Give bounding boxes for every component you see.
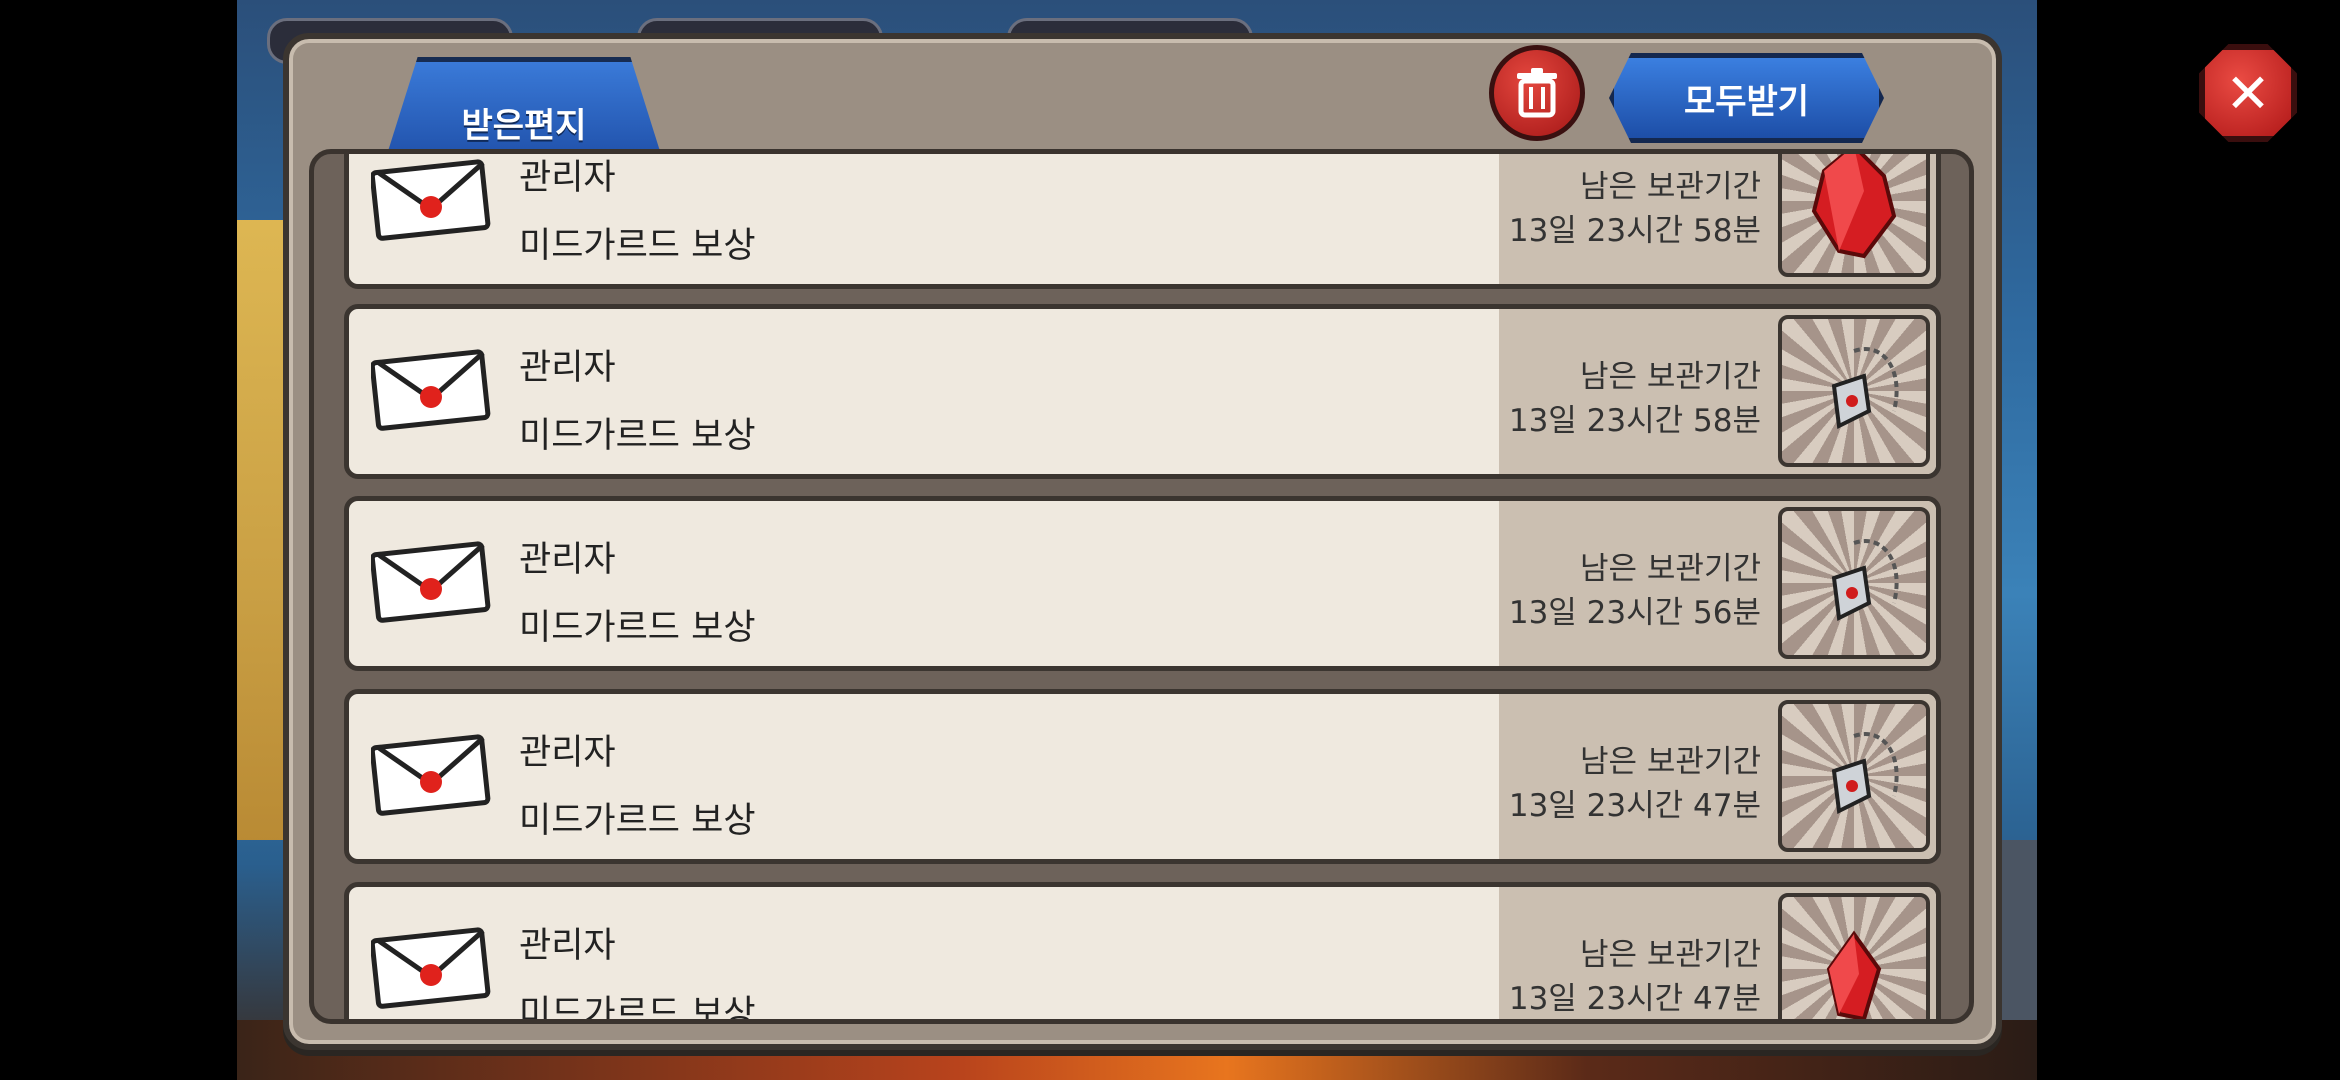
envelope-icon xyxy=(371,927,491,1009)
reward-slot[interactable] xyxy=(1778,315,1930,467)
mail-sender: 관리자 xyxy=(519,926,616,966)
keep-period-label: 남은 보관기간 xyxy=(1580,744,1761,780)
trash-icon xyxy=(1517,68,1557,118)
envelope-icon xyxy=(371,734,491,816)
reward-slot[interactable] xyxy=(1778,700,1930,852)
envelope-icon xyxy=(371,159,491,241)
mail-item[interactable]: 관리자 미드가르드 보상 남은 보관기간 13일 23시간 47분 xyxy=(344,689,1941,864)
reward-slot[interactable] xyxy=(1778,893,1930,1019)
tab-inbox[interactable]: 받은편지 xyxy=(384,57,664,164)
tab-inbox-label: 받은편지 xyxy=(461,105,587,146)
keep-period-label: 남은 보관기간 xyxy=(1580,937,1761,973)
mail-list[interactable]: 관리자 미드가르드 보상 남은 보관기간 13일 23시간 58분 관리자 미드… xyxy=(344,154,1944,1019)
close-icon: ✕ xyxy=(2225,61,2271,125)
mail-item[interactable]: 관리자 미드가르드 보상 남은 보관기간 13일 23시간 47분 xyxy=(344,882,1941,1024)
keep-period-label: 남은 보관기간 xyxy=(1580,359,1761,395)
mail-subject: 미드가르드 보상 xyxy=(519,608,756,648)
mail-sender: 관리자 xyxy=(519,733,616,773)
mail-subject: 미드가르드 보상 xyxy=(519,994,756,1024)
keep-period-label: 남은 보관기간 xyxy=(1580,551,1761,587)
keep-period-time: 13일 23시간 47분 xyxy=(1508,788,1761,824)
close-button[interactable]: ✕ xyxy=(2199,44,2297,142)
silver-amulet-icon xyxy=(1831,732,1899,815)
mail-list-frame: 관리자 미드가르드 보상 남은 보관기간 13일 23시간 58분 관리자 미드… xyxy=(309,149,1974,1024)
collect-all-button[interactable]: 모두받기 xyxy=(1609,53,1884,143)
red-crystal-icon xyxy=(1826,930,1882,1019)
mail-item[interactable]: 관리자 미드가르드 보상 남은 보관기간 13일 23시간 58분 xyxy=(344,304,1941,479)
mail-sender: 관리자 xyxy=(519,348,616,388)
silver-amulet-icon xyxy=(1831,347,1899,430)
mail-subject: 미드가르드 보상 xyxy=(519,801,756,841)
mail-subject: 미드가르드 보상 xyxy=(519,226,756,266)
collect-all-label: 모두받기 xyxy=(1683,81,1810,122)
silver-amulet-icon xyxy=(1831,539,1899,622)
reward-slot[interactable] xyxy=(1778,507,1930,659)
mail-subject: 미드가르드 보상 xyxy=(519,416,756,456)
keep-period-label: 남은 보관기간 xyxy=(1580,169,1761,205)
mail-item[interactable]: 관리자 미드가르드 보상 남은 보관기간 13일 23시간 56분 xyxy=(344,496,1941,671)
reward-slot[interactable] xyxy=(1778,154,1930,277)
red-crystal-icon xyxy=(1811,154,1897,259)
mail-item[interactable]: 관리자 미드가르드 보상 남은 보관기간 13일 23시간 58분 xyxy=(344,154,1941,289)
mail-sender: 관리자 xyxy=(519,158,616,198)
keep-period-time: 13일 23시간 58분 xyxy=(1508,213,1761,249)
envelope-icon xyxy=(371,349,491,431)
keep-period-time: 13일 23시간 56분 xyxy=(1508,595,1761,631)
keep-period-time: 13일 23시간 58분 xyxy=(1508,403,1761,439)
delete-button[interactable] xyxy=(1489,45,1585,141)
envelope-icon xyxy=(371,541,491,623)
mailbox-panel: 받은편지 모두받기 ✕ 관리자 미드가르드 보상 남은 보관기간 13일 23시… xyxy=(283,33,2297,1050)
mail-sender: 관리자 xyxy=(519,540,616,580)
keep-period-time: 13일 23시간 47분 xyxy=(1508,981,1761,1017)
